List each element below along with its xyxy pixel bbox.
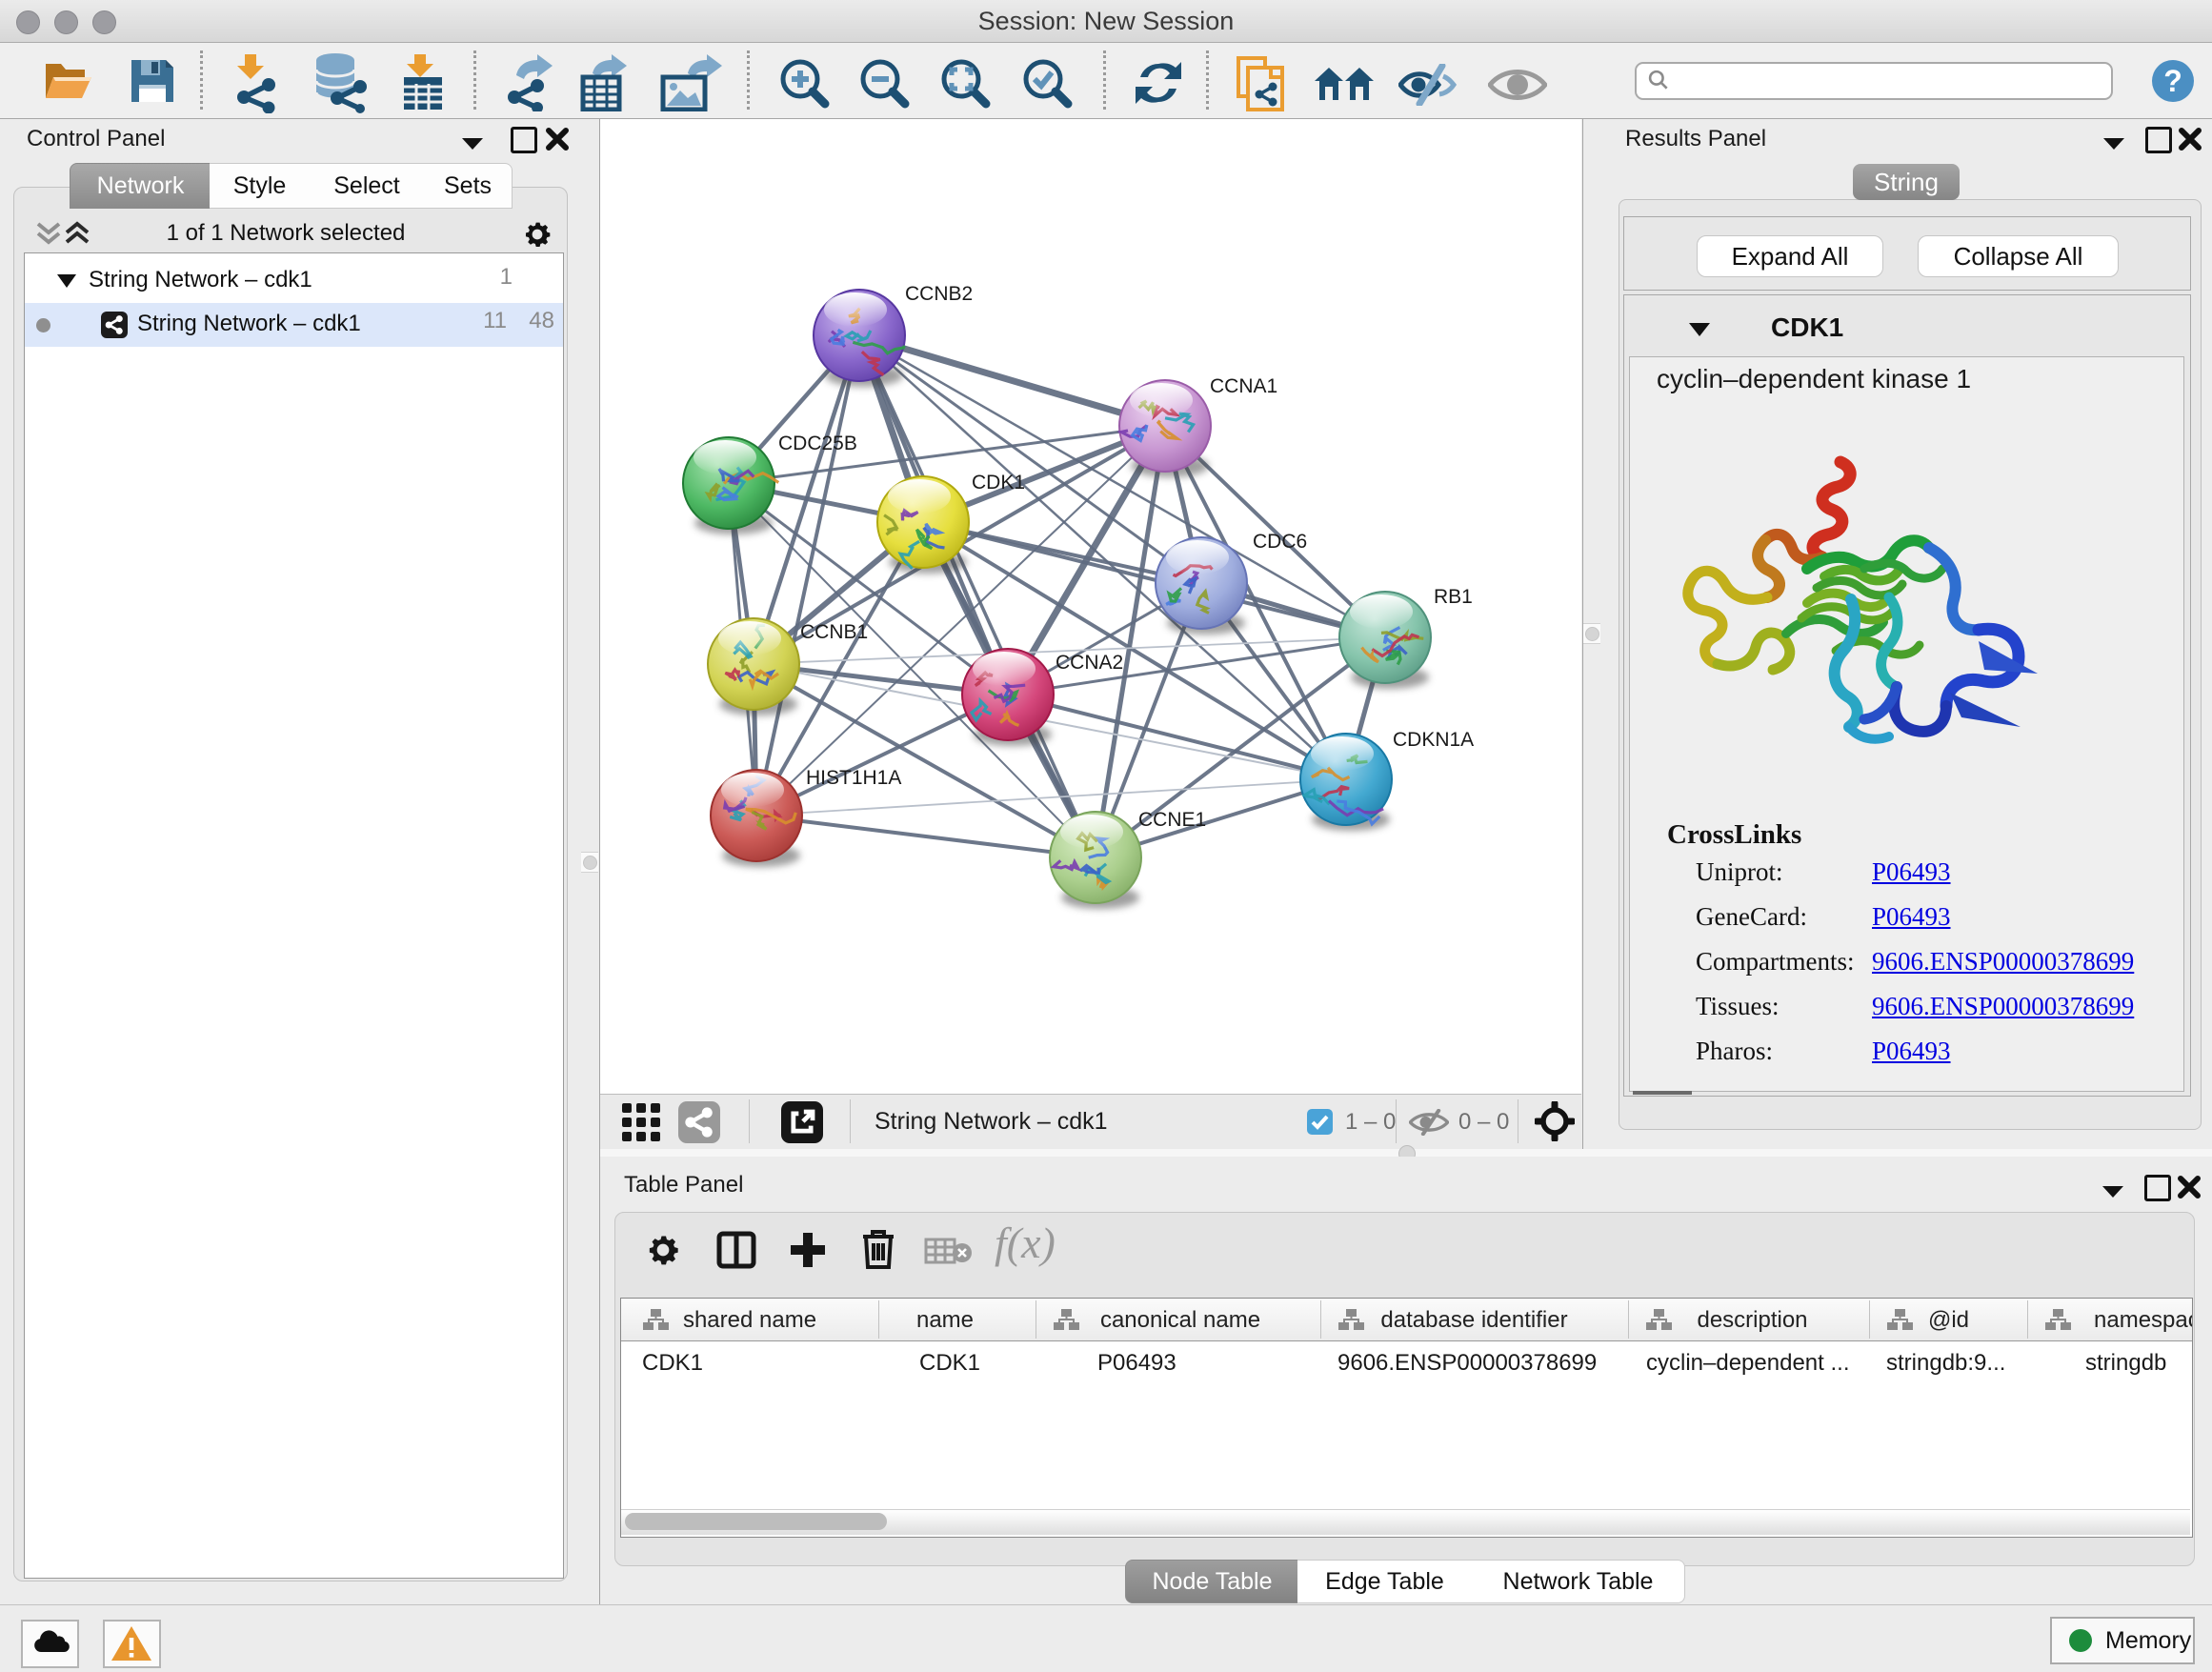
svg-text:CDK1: CDK1 (972, 472, 1025, 494)
svg-text:CDKN1A: CDKN1A (1393, 729, 1474, 751)
svg-text:CDC25B: CDC25B (778, 433, 857, 454)
svg-text:RB1: RB1 (1434, 586, 1473, 608)
svg-text:CCNB2: CCNB2 (905, 283, 973, 305)
svg-text:HIST1H1A: HIST1H1A (806, 767, 901, 789)
svg-text:CDC6: CDC6 (1253, 531, 1307, 553)
svg-text:CCNA2: CCNA2 (1056, 652, 1123, 674)
svg-text:CCNB1: CCNB1 (800, 621, 868, 643)
svg-text:CCNA1: CCNA1 (1210, 375, 1277, 397)
svg-text:CCNE1: CCNE1 (1138, 809, 1206, 831)
